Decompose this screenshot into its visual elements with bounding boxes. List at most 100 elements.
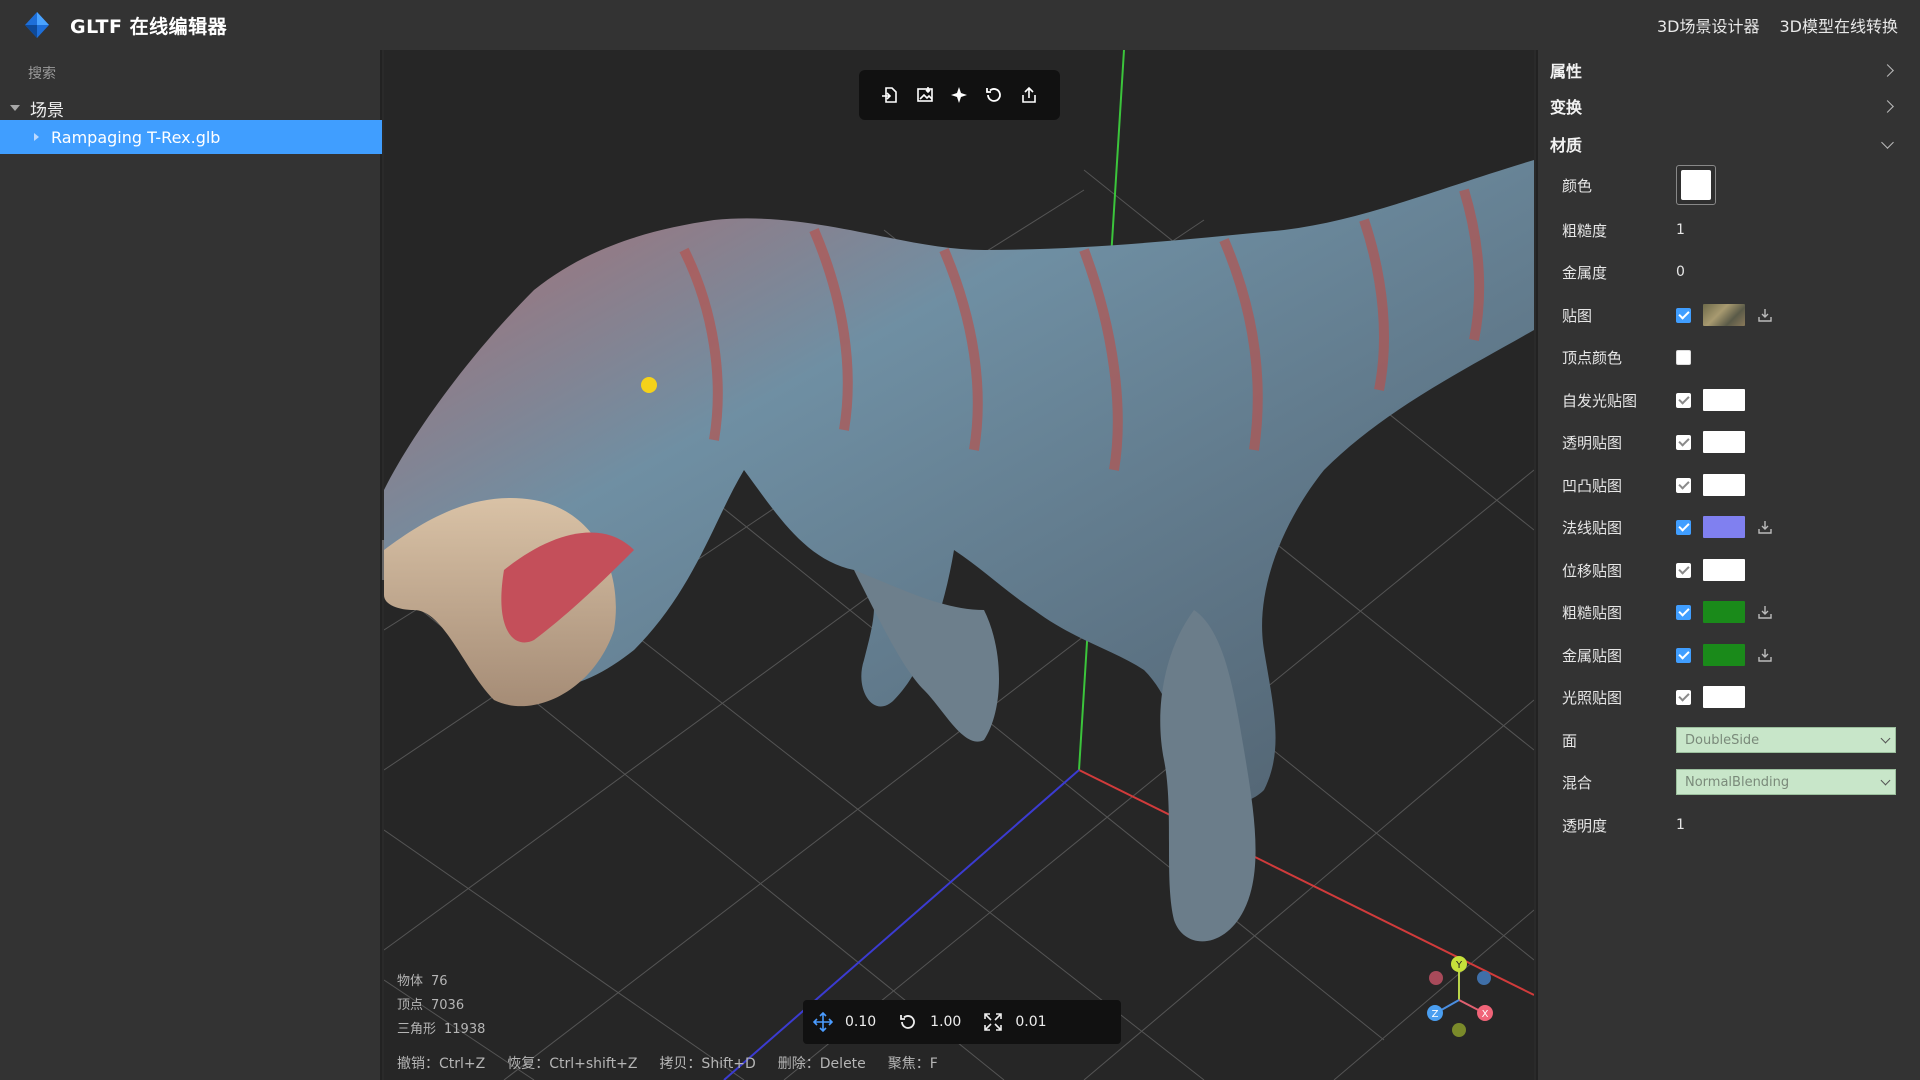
map-texture-thumbnail[interactable] <box>1703 304 1745 326</box>
side-select[interactable]: DoubleSide <box>1676 727 1896 753</box>
prop-map-label: 贴图 <box>1562 306 1593 325</box>
section-transform[interactable]: 变换 <box>1538 88 1920 124</box>
alpha-map-slot[interactable] <box>1703 431 1745 453</box>
shortcut-focus: 聚焦：F <box>887 1056 938 1072</box>
download-icon[interactable] <box>1757 647 1773 663</box>
prop-emissive-map-label: 自发光贴图 <box>1562 391 1638 410</box>
prop-roughness: 粗糙度 1 <box>1562 210 1906 250</box>
prop-map: 贴图 <box>1562 295 1906 335</box>
caret-down-icon[interactable] <box>10 105 20 111</box>
stat-vertices-label: 顶点 <box>397 998 424 1013</box>
map-checkbox[interactable] <box>1676 307 1691 323</box>
stat-vertices-value: 7036 <box>431 998 465 1013</box>
metalness-value[interactable]: 0 <box>1676 264 1685 280</box>
rotate-snap[interactable]: 1.00 <box>898 1012 961 1032</box>
shortcut-hints: 撤销：Ctrl+Z 恢复：Ctrl+shift+Z 拷贝：Shift+D 删除：… <box>397 1053 938 1073</box>
roughness-value[interactable]: 1 <box>1676 222 1685 238</box>
normal-map-thumbnail[interactable] <box>1703 516 1745 538</box>
light-map-slot[interactable] <box>1703 686 1745 708</box>
app-title: GLTF 在线编辑器 <box>70 15 228 38</box>
chevron-right-icon[interactable] <box>1881 99 1894 113</box>
prop-opacity-label: 透明度 <box>1562 816 1608 835</box>
prop-roughness-map: 粗糙贴图 <box>1562 592 1906 632</box>
metalness-map-checkbox[interactable] <box>1676 647 1691 663</box>
scene-designer-link[interactable]: 3D场景设计器 <box>1657 13 1760 37</box>
section-properties[interactable]: 属性 <box>1538 52 1920 88</box>
export-image-icon[interactable] <box>913 83 937 107</box>
light-icon[interactable] <box>947 83 971 107</box>
bump-map-checkbox[interactable] <box>1676 477 1691 493</box>
roughness-map-checkbox[interactable] <box>1676 604 1691 620</box>
prop-color-label: 颜色 <box>1562 176 1593 195</box>
bump-map-slot[interactable] <box>1703 474 1745 496</box>
gizmo-x-label: X <box>1482 1009 1489 1020</box>
import-icon[interactable] <box>878 83 902 107</box>
caret-right-icon[interactable] <box>34 133 39 141</box>
top-nav: 3D场景设计器 3D模型在线转换 <box>1657 0 1898 50</box>
prop-side: 面 DoubleSide <box>1562 720 1906 760</box>
prop-roughness-map-label: 粗糙贴图 <box>1562 603 1623 622</box>
scale-snap[interactable]: 0.01 <box>983 1012 1047 1032</box>
opacity-value[interactable]: 1 <box>1676 817 1685 833</box>
translate-snap[interactable]: 0.10 <box>813 1012 876 1032</box>
prop-displacement-map-label: 位移贴图 <box>1562 561 1623 580</box>
prop-alpha-map-label: 透明贴图 <box>1562 433 1623 452</box>
color-picker[interactable] <box>1676 165 1716 205</box>
emissive-map-slot[interactable] <box>1703 389 1745 411</box>
chevron-down-icon[interactable] <box>1881 135 1894 149</box>
chevron-right-icon[interactable] <box>1881 63 1894 77</box>
blending-select[interactable]: NormalBlending <box>1676 769 1896 795</box>
blending-select-value: NormalBlending <box>1685 774 1790 790</box>
properties-panel: 属性 变换 材质 颜色 粗糙度 1 金属度 0 贴图 顶点颜色 自发光贴图 透明… <box>1536 50 1920 1080</box>
normal-map-checkbox[interactable] <box>1676 519 1691 535</box>
download-icon[interactable] <box>1757 307 1773 323</box>
model-converter-link[interactable]: 3D模型在线转换 <box>1779 13 1898 37</box>
prop-opacity: 透明度 1 <box>1562 805 1906 845</box>
section-material-title: 材质 <box>1550 136 1583 155</box>
section-transform-title: 变换 <box>1550 98 1583 117</box>
logo-icon <box>25 12 49 38</box>
search-input[interactable] <box>28 64 328 84</box>
emissive-map-checkbox[interactable] <box>1676 392 1691 408</box>
alpha-map-checkbox[interactable] <box>1676 434 1691 450</box>
tree-node-scene-label: 场景 <box>30 100 64 121</box>
prop-blending: 混合 NormalBlending <box>1562 762 1906 802</box>
download-icon[interactable] <box>1757 519 1773 535</box>
prop-normal-map-label: 法线贴图 <box>1562 518 1623 537</box>
prop-normal-map: 法线贴图 <box>1562 507 1906 547</box>
3d-viewport[interactable]: 物体 76 顶点 7036 三角形 11938 0.10 1.00 0.01 撤销：C… <box>384 50 1534 1080</box>
top-bar: GLTF 在线编辑器 3D场景设计器 3D模型在线转换 <box>0 0 1920 50</box>
vertex-colors-checkbox[interactable] <box>1676 349 1691 365</box>
light-map-checkbox[interactable] <box>1676 689 1691 705</box>
displacement-map-slot[interactable] <box>1703 559 1745 581</box>
rotate-icon[interactable] <box>898 1012 918 1032</box>
scale-snap-value[interactable]: 0.01 <box>1015 1014 1046 1030</box>
shortcut-undo: 撤销：Ctrl+Z <box>397 1056 486 1072</box>
scale-icon[interactable] <box>983 1012 1003 1032</box>
chevron-down-icon <box>1880 775 1891 785</box>
gizmo-z-label: Z <box>1432 1009 1439 1020</box>
shortcut-redo: 恢复：Ctrl+shift+Z <box>507 1056 638 1072</box>
metalness-map-thumbnail[interactable] <box>1703 644 1745 666</box>
section-material[interactable]: 材质 <box>1538 126 1920 162</box>
roughness-map-thumbnail[interactable] <box>1703 601 1745 623</box>
scene-tree-sidebar: 场景 Rampaging T-Rex.glb <box>0 50 382 1080</box>
shortcut-delete: 删除：Delete <box>777 1056 866 1072</box>
prop-metalness-map-label: 金属贴图 <box>1562 646 1623 665</box>
scene-render <box>384 50 1534 1080</box>
rotate-snap-value[interactable]: 1.00 <box>930 1014 961 1030</box>
prop-bump-map-label: 凹凸贴图 <box>1562 476 1623 495</box>
translate-snap-value[interactable]: 0.10 <box>845 1014 876 1030</box>
prop-side-label: 面 <box>1562 731 1578 750</box>
stat-objects-label: 物体 <box>397 974 424 989</box>
prop-emissive-map: 自发光贴图 <box>1562 380 1906 420</box>
download-icon[interactable] <box>1757 604 1773 620</box>
reset-view-icon[interactable] <box>982 83 1006 107</box>
tree-node-model[interactable]: Rampaging T-Rex.glb <box>0 120 382 154</box>
share-icon[interactable] <box>1017 83 1041 107</box>
move-icon[interactable] <box>813 1012 833 1032</box>
displacement-map-checkbox[interactable] <box>1676 562 1691 578</box>
prop-displacement-map: 位移贴图 <box>1562 550 1906 590</box>
shortcut-copy: 拷贝：Shift+D <box>659 1056 756 1072</box>
axis-gizmo[interactable]: Y X Z <box>1414 950 1504 1040</box>
